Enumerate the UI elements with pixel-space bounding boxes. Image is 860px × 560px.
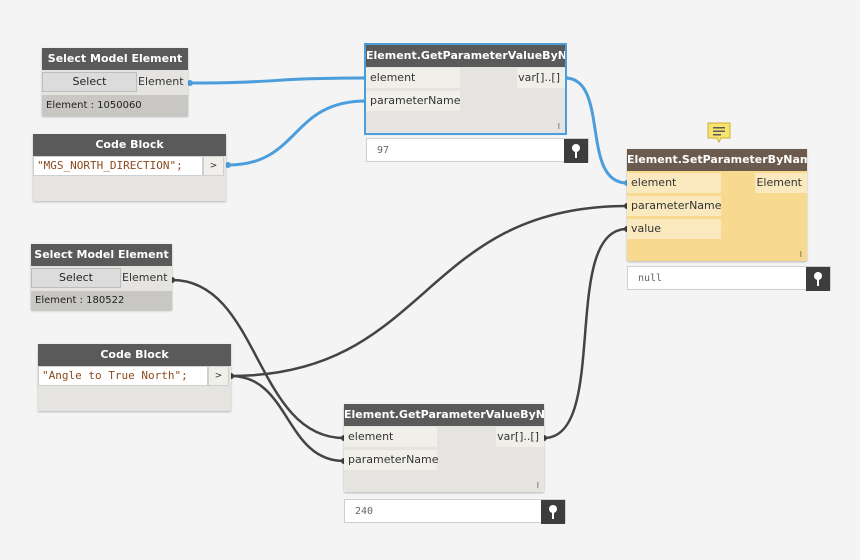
- input-port-element[interactable]: element: [366, 68, 460, 88]
- node-title[interactable]: Code Block: [38, 344, 231, 366]
- note-icon[interactable]: [707, 122, 731, 148]
- code-input[interactable]: "MGS_NORTH_DIRECTION";: [33, 156, 203, 176]
- code-block-node-1[interactable]: Code Block "MGS_NORTH_DIRECTION"; >: [33, 134, 226, 201]
- output-port-var[interactable]: var[]..[]: [496, 427, 544, 447]
- preview-value: null: [638, 273, 663, 284]
- get-parameter-value-node-1[interactable]: Element.GetParameterValueByName element …: [364, 43, 567, 135]
- input-port-element[interactable]: element: [627, 173, 721, 193]
- selection-info: Element : 1050060: [42, 95, 188, 116]
- output-port-var[interactable]: var[]..[]: [517, 68, 565, 88]
- lacing-indicator[interactable]: l: [800, 250, 802, 259]
- select-model-element-node-2[interactable]: Select Model Element Select Element Elem…: [31, 244, 172, 310]
- lacing-indicator[interactable]: l: [558, 122, 560, 131]
- selection-info: Element : 180522: [31, 291, 172, 310]
- get-parameter-value-node-2[interactable]: Element.GetParameterValueByName element …: [344, 404, 544, 492]
- output-port[interactable]: >: [203, 156, 224, 176]
- input-port-parametername[interactable]: parameterName: [366, 91, 461, 111]
- select-button[interactable]: Select: [42, 72, 137, 92]
- code-block-node-2[interactable]: Code Block "Angle to True North"; >: [38, 344, 231, 411]
- output-port-element[interactable]: Element: [755, 173, 807, 193]
- code-input[interactable]: "Angle to True North";: [38, 366, 208, 386]
- pin-icon[interactable]: [541, 500, 565, 524]
- pin-icon[interactable]: [564, 139, 588, 163]
- set-parameter-node[interactable]: Element.SetParameterByName element param…: [627, 149, 807, 261]
- wire-select1-to-getparam1-element[interactable]: [188, 76, 368, 85]
- output-port-element[interactable]: Element: [122, 268, 172, 288]
- pin-icon[interactable]: [806, 267, 830, 291]
- node-title[interactable]: Element.GetParameterValueByName: [366, 45, 565, 67]
- select-model-element-node-1[interactable]: Select Model Element Select Element Elem…: [42, 48, 188, 116]
- wire-code2-to-getparam2-parametername[interactable]: [229, 374, 346, 463]
- input-port-parametername[interactable]: parameterName: [344, 450, 439, 470]
- preview-bubble[interactable]: null: [627, 266, 831, 291]
- node-title[interactable]: Select Model Element: [31, 244, 172, 266]
- select-button[interactable]: Select: [31, 268, 121, 288]
- node-title[interactable]: Element.GetParameterValueByName: [344, 404, 544, 426]
- preview-value: 97: [377, 145, 390, 156]
- node-title[interactable]: Element.SetParameterByName: [627, 149, 807, 171]
- output-port-element[interactable]: Element: [138, 72, 188, 92]
- wire-getparam1-to-setparam-element[interactable]: [563, 76, 629, 185]
- output-port[interactable]: >: [208, 366, 229, 386]
- wire-code1-to-getparam1-parametername[interactable]: [226, 99, 368, 167]
- input-port-value[interactable]: value: [627, 219, 721, 239]
- node-title[interactable]: Code Block: [33, 134, 226, 156]
- preview-bubble[interactable]: 97: [366, 138, 589, 163]
- lacing-indicator[interactable]: l: [537, 481, 539, 490]
- wire-getparam2-to-setparam-value[interactable]: [542, 227, 629, 440]
- input-port-parametername[interactable]: parameterName: [627, 196, 722, 216]
- preview-value: 240: [355, 506, 374, 517]
- preview-bubble[interactable]: 240: [344, 499, 566, 524]
- input-port-element[interactable]: element: [344, 427, 437, 447]
- wire-code2-to-setparam-parametername[interactable]: [229, 204, 629, 378]
- node-title[interactable]: Select Model Element: [42, 48, 188, 70]
